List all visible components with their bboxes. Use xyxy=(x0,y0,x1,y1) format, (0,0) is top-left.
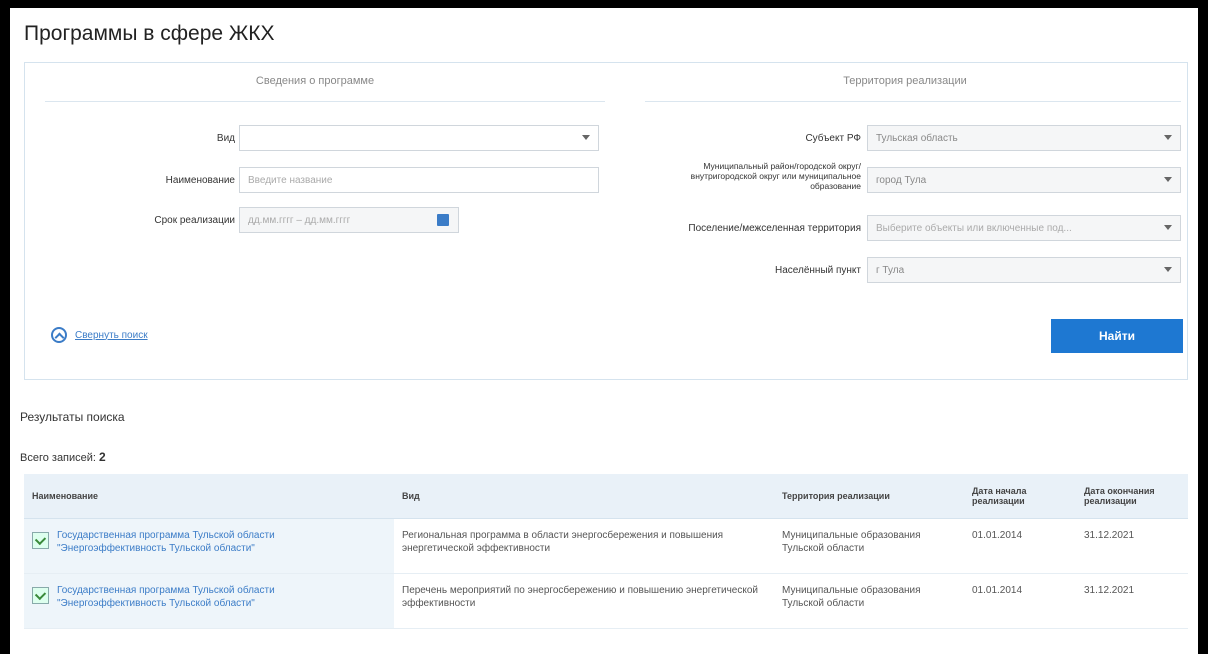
table-header-row: Наименование Вид Территория реализации Д… xyxy=(24,474,1188,519)
period-label: Срок реализации xyxy=(154,215,235,226)
name-input-placeholder: Введите название xyxy=(248,174,333,186)
cell-name: Государственная программа Тульской облас… xyxy=(24,518,394,574)
collapse-search-link[interactable]: Свернуть поиск xyxy=(75,330,148,341)
document-icon xyxy=(32,532,49,549)
subject-label: Субъект РФ xyxy=(805,133,861,144)
period-input-value: дд.мм.гггг – дд.мм.гггг xyxy=(248,214,351,226)
settlement-label: Поселение/межселенная территория xyxy=(688,223,861,234)
name-label: Наименование xyxy=(165,175,235,186)
section-header-program: Сведения о программе xyxy=(255,75,375,87)
cell-end: 31.12.2021 xyxy=(1076,518,1188,574)
municipal-select[interactable]: город Тула xyxy=(867,167,1181,193)
page: Программы в сфере ЖКХ Сведения о програм… xyxy=(10,8,1198,654)
chevron-down-icon xyxy=(1164,267,1172,272)
column-header-start[interactable]: Дата начала реализации xyxy=(964,474,1076,519)
document-icon xyxy=(32,587,49,604)
cell-territory: Муниципальные образования Тульской облас… xyxy=(774,573,964,629)
total-label: Всего записей: xyxy=(20,452,96,464)
chevron-down-icon xyxy=(1164,135,1172,140)
find-button[interactable]: Найти xyxy=(1051,319,1183,353)
total-value: 2 xyxy=(99,450,106,464)
cell-start: 01.01.2014 xyxy=(964,518,1076,574)
page-title: Программы в сфере ЖКХ xyxy=(24,22,275,45)
divider xyxy=(45,101,605,102)
program-link[interactable]: Государственная программа Тульской облас… xyxy=(57,529,386,555)
chevron-up-circle-icon xyxy=(51,327,67,343)
table-row: Государственная программа Тульской облас… xyxy=(24,573,1188,629)
results-table: Наименование Вид Территория реализации Д… xyxy=(24,474,1188,629)
calendar-icon[interactable] xyxy=(437,214,449,226)
vid-label: Вид xyxy=(216,133,235,144)
collapse-search[interactable]: Свернуть поиск xyxy=(51,327,148,343)
chevron-down-icon xyxy=(1164,177,1172,182)
cell-end: 31.12.2021 xyxy=(1076,573,1188,629)
municipal-label: Муниципальный район/городской округ/внут… xyxy=(690,161,861,191)
cell-vid: Региональная программа в области энергос… xyxy=(394,518,774,574)
column-header-vid[interactable]: Вид xyxy=(394,474,774,519)
cell-vid: Перечень мероприятий по энергосбережению… xyxy=(394,573,774,629)
subject-select[interactable]: Тульская область xyxy=(867,125,1181,151)
divider xyxy=(645,101,1181,102)
total-records: Всего записей: 2 xyxy=(20,450,106,464)
column-header-name[interactable]: Наименование xyxy=(24,474,394,519)
section-header-territory: Территория реализации xyxy=(843,75,967,87)
period-input[interactable]: дд.мм.гггг – дд.мм.гггг xyxy=(239,207,459,233)
name-input[interactable]: Введите название xyxy=(239,167,599,193)
chevron-down-icon xyxy=(582,135,590,140)
program-link[interactable]: Государственная программа Тульской облас… xyxy=(57,584,386,610)
settlement-select[interactable]: Выберите объекты или включенные под... xyxy=(867,215,1181,241)
settlement-select-placeholder: Выберите объекты или включенные под... xyxy=(876,222,1072,234)
cell-name: Государственная программа Тульской облас… xyxy=(24,573,394,629)
locality-select-value: г Тула xyxy=(876,264,905,276)
column-header-territory[interactable]: Территория реализации xyxy=(774,474,964,519)
table-row: Государственная программа Тульской облас… xyxy=(24,518,1188,574)
subject-select-value: Тульская область xyxy=(876,132,958,144)
chevron-down-icon xyxy=(1164,225,1172,230)
cell-territory: Муниципальные образования Тульской облас… xyxy=(774,518,964,574)
vid-select[interactable] xyxy=(239,125,599,151)
search-panel: Сведения о программе Вид Наименование Вв… xyxy=(24,62,1188,380)
results-title: Результаты поиска xyxy=(20,410,125,424)
column-header-end[interactable]: Дата окончания реализации xyxy=(1076,474,1188,519)
locality-select[interactable]: г Тула xyxy=(867,257,1181,283)
municipal-select-value: город Тула xyxy=(876,174,927,186)
cell-start: 01.01.2014 xyxy=(964,573,1076,629)
locality-label: Населённый пункт xyxy=(774,265,861,276)
